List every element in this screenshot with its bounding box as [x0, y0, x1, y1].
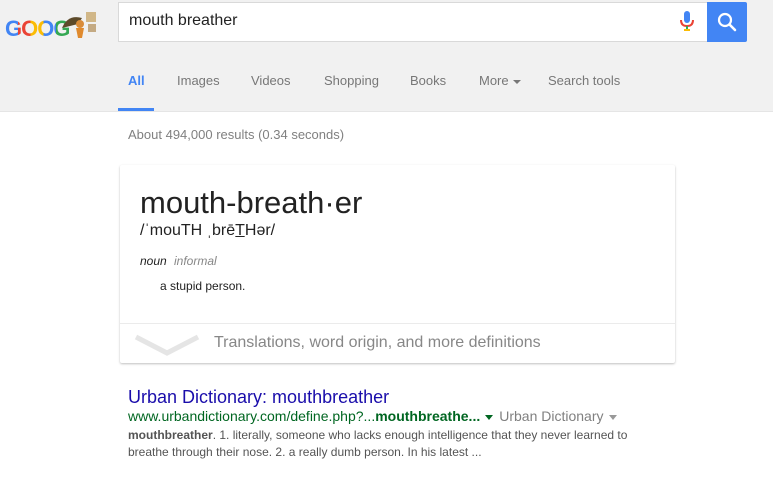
divider	[120, 323, 675, 324]
result-url-bold: mouthbreathe...	[375, 408, 481, 424]
tab-all[interactable]: All	[128, 73, 145, 88]
microphone-icon[interactable]	[678, 10, 696, 32]
tab-books[interactable]: Books	[410, 73, 446, 88]
more-definitions-link[interactable]: Translations, word origin, and more defi…	[214, 334, 541, 352]
tab-videos[interactable]: Videos	[251, 73, 291, 88]
part-of-speech: noun	[140, 254, 167, 268]
url-dropdown-icon[interactable]	[485, 414, 494, 420]
active-tab-indicator	[118, 108, 154, 111]
search-input[interactable]: mouth breather	[129, 12, 238, 30]
expand-chevron-icon[interactable]	[134, 333, 200, 357]
result-source: Urban Dictionary	[499, 408, 604, 424]
headword: mouth-breath·er	[140, 185, 363, 220]
chevron-down-icon	[512, 79, 521, 84]
pronunciation: /ˈmouTH ˌbrēT̲Hər/	[140, 222, 276, 239]
result-title-link[interactable]: Urban Dictionary: mouthbreather	[128, 387, 389, 408]
register-label: informal	[174, 254, 217, 268]
result-url-prefix: www.urbandictionary.com/define.php?...	[128, 408, 376, 424]
tab-more-label: More	[479, 73, 509, 88]
source-dropdown-icon[interactable]	[608, 414, 617, 420]
search-icon	[717, 12, 737, 32]
result-url: www.urbandictionary.com/define.php?...mo…	[128, 408, 617, 424]
snippet-bold: mouthbreather	[128, 428, 213, 442]
tab-images[interactable]: Images	[177, 73, 220, 88]
tab-shopping[interactable]: Shopping	[324, 73, 379, 88]
tab-search-tools[interactable]: Search tools	[548, 73, 620, 88]
definition-card: mouth-breath·er /ˈmouTH ˌbrēT̲Hər/ noun …	[120, 165, 675, 363]
tabs-strip	[0, 53, 773, 112]
tab-more[interactable]: More	[479, 73, 521, 88]
result-stats: About 494,000 results (0.34 seconds)	[128, 127, 345, 142]
result-snippet: mouthbreather. 1. literally, someone who…	[128, 427, 628, 461]
search-button[interactable]	[707, 2, 747, 42]
search-box[interactable]: mouth breather	[118, 2, 707, 42]
definition-text: a stupid person.	[160, 279, 246, 293]
doodle-figure-icon[interactable]	[58, 10, 102, 38]
